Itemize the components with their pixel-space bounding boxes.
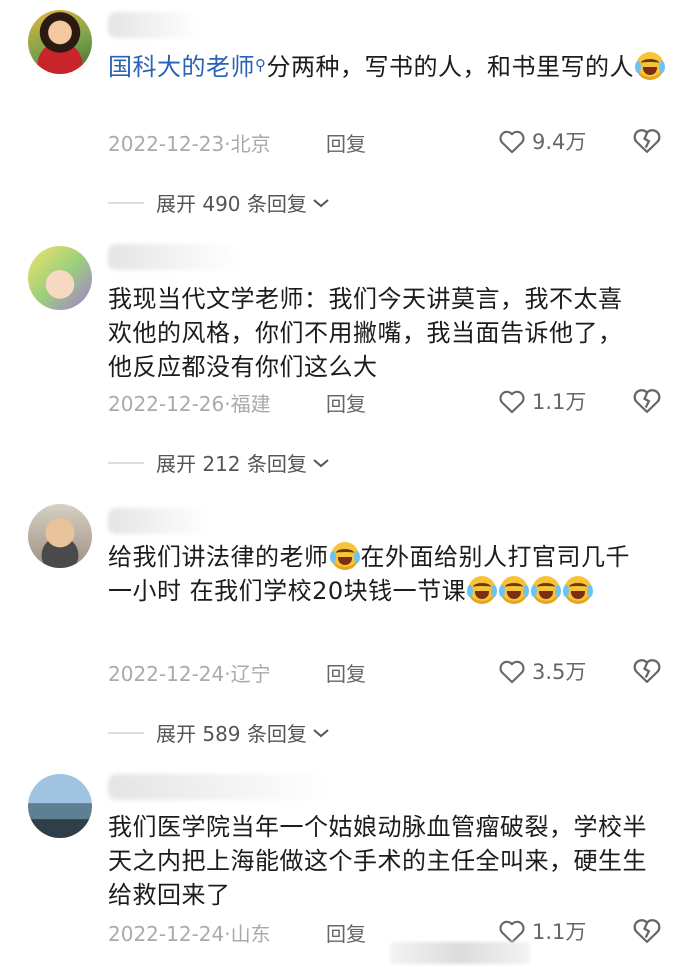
watermark <box>390 942 530 964</box>
broken-heart-icon <box>633 129 661 153</box>
comment-date-location: 2022-12-26·福建 <box>108 392 271 416</box>
like-button[interactable]: 3.5万 <box>498 656 586 686</box>
comment-body: 分两种，写书的人，和书里写的人 <box>266 53 634 81</box>
expand-replies[interactable]: 展开 212 条回复 <box>108 448 331 477</box>
reply-button[interactable]: 回复 <box>326 658 366 687</box>
username-blurred[interactable] <box>108 12 198 38</box>
dislike-button[interactable] <box>632 386 662 418</box>
comment-text: 我们医学院当年一个姑娘动脉血管瘤破裂，学校半天之内把上海能做这个手术的主任全叫来… <box>108 813 647 909</box>
mention-link[interactable]: 国科大的老师 <box>108 53 255 81</box>
like-count: 3.5万 <box>532 660 587 684</box>
like-count: 1.1万 <box>532 920 587 944</box>
chevron-down-icon <box>313 198 329 207</box>
comment-text: 国科大的老师⚲分两种，写书的人，和书里写的人 <box>108 50 668 84</box>
username-blurred[interactable] <box>108 244 238 270</box>
laugh-cry-emoji-icon <box>499 576 530 604</box>
broken-heart-icon <box>633 659 661 683</box>
expand-label: 展开 212 条回复 <box>156 452 307 476</box>
divider-line <box>108 731 144 734</box>
laugh-cry-emoji-icon <box>563 576 594 604</box>
avatar[interactable] <box>28 504 92 568</box>
search-icon[interactable]: ⚲ <box>255 56 267 74</box>
comment-date-location: 2022-12-23·北京 <box>108 132 271 156</box>
reply-button[interactable]: 回复 <box>326 128 366 157</box>
laugh-cry-emoji-icon <box>635 52 665 80</box>
dislike-button[interactable] <box>632 126 662 158</box>
avatar[interactable] <box>28 246 92 310</box>
expand-replies[interactable]: 展开 490 条回复 <box>108 188 331 217</box>
like-button[interactable]: 9.4万 <box>498 126 586 156</box>
comment-date-location: 2022-12-24·山东 <box>108 922 271 946</box>
expand-replies[interactable]: 展开 589 条回复 <box>108 718 331 747</box>
like-count: 1.1万 <box>532 390 587 414</box>
chevron-down-icon <box>313 728 329 737</box>
broken-heart-icon <box>633 919 661 943</box>
avatar[interactable] <box>28 10 92 74</box>
comment-text: 给我们讲法律的老师 在外面给别人打官司几千一小时 在我们学校20块钱一节课 <box>108 540 653 608</box>
like-button[interactable]: 1.1万 <box>498 386 586 416</box>
like-count: 9.4万 <box>532 130 587 154</box>
laugh-cry-emoji-icon <box>329 542 360 570</box>
laugh-cry-emoji-icon <box>467 576 498 604</box>
comment-text: 我现当代文学老师：我们今天讲莫言，我不太喜欢他的风格，你们不用撇嘴，我当面告诉他… <box>108 285 623 381</box>
broken-heart-icon <box>633 389 661 413</box>
laugh-cry-emoji-icon <box>531 576 562 604</box>
reply-button[interactable]: 回复 <box>326 918 366 947</box>
divider-line <box>108 461 144 464</box>
avatar[interactable] <box>28 774 92 838</box>
reply-button[interactable]: 回复 <box>326 388 366 417</box>
heart-outline-icon <box>499 920 525 944</box>
chevron-down-icon <box>313 458 329 467</box>
comment-body: 给我们讲法律的老师 <box>108 543 329 571</box>
expand-label: 展开 589 条回复 <box>156 722 307 746</box>
dislike-button[interactable] <box>632 656 662 688</box>
heart-outline-icon <box>499 130 525 154</box>
comment-date-location: 2022-12-24·辽宁 <box>108 662 271 686</box>
username-blurred[interactable] <box>108 774 328 800</box>
expand-label: 展开 490 条回复 <box>156 192 307 216</box>
username-blurred[interactable] <box>108 508 208 534</box>
heart-outline-icon <box>499 660 525 684</box>
heart-outline-icon <box>499 390 525 414</box>
dislike-button[interactable] <box>632 916 662 948</box>
divider-line <box>108 201 144 204</box>
